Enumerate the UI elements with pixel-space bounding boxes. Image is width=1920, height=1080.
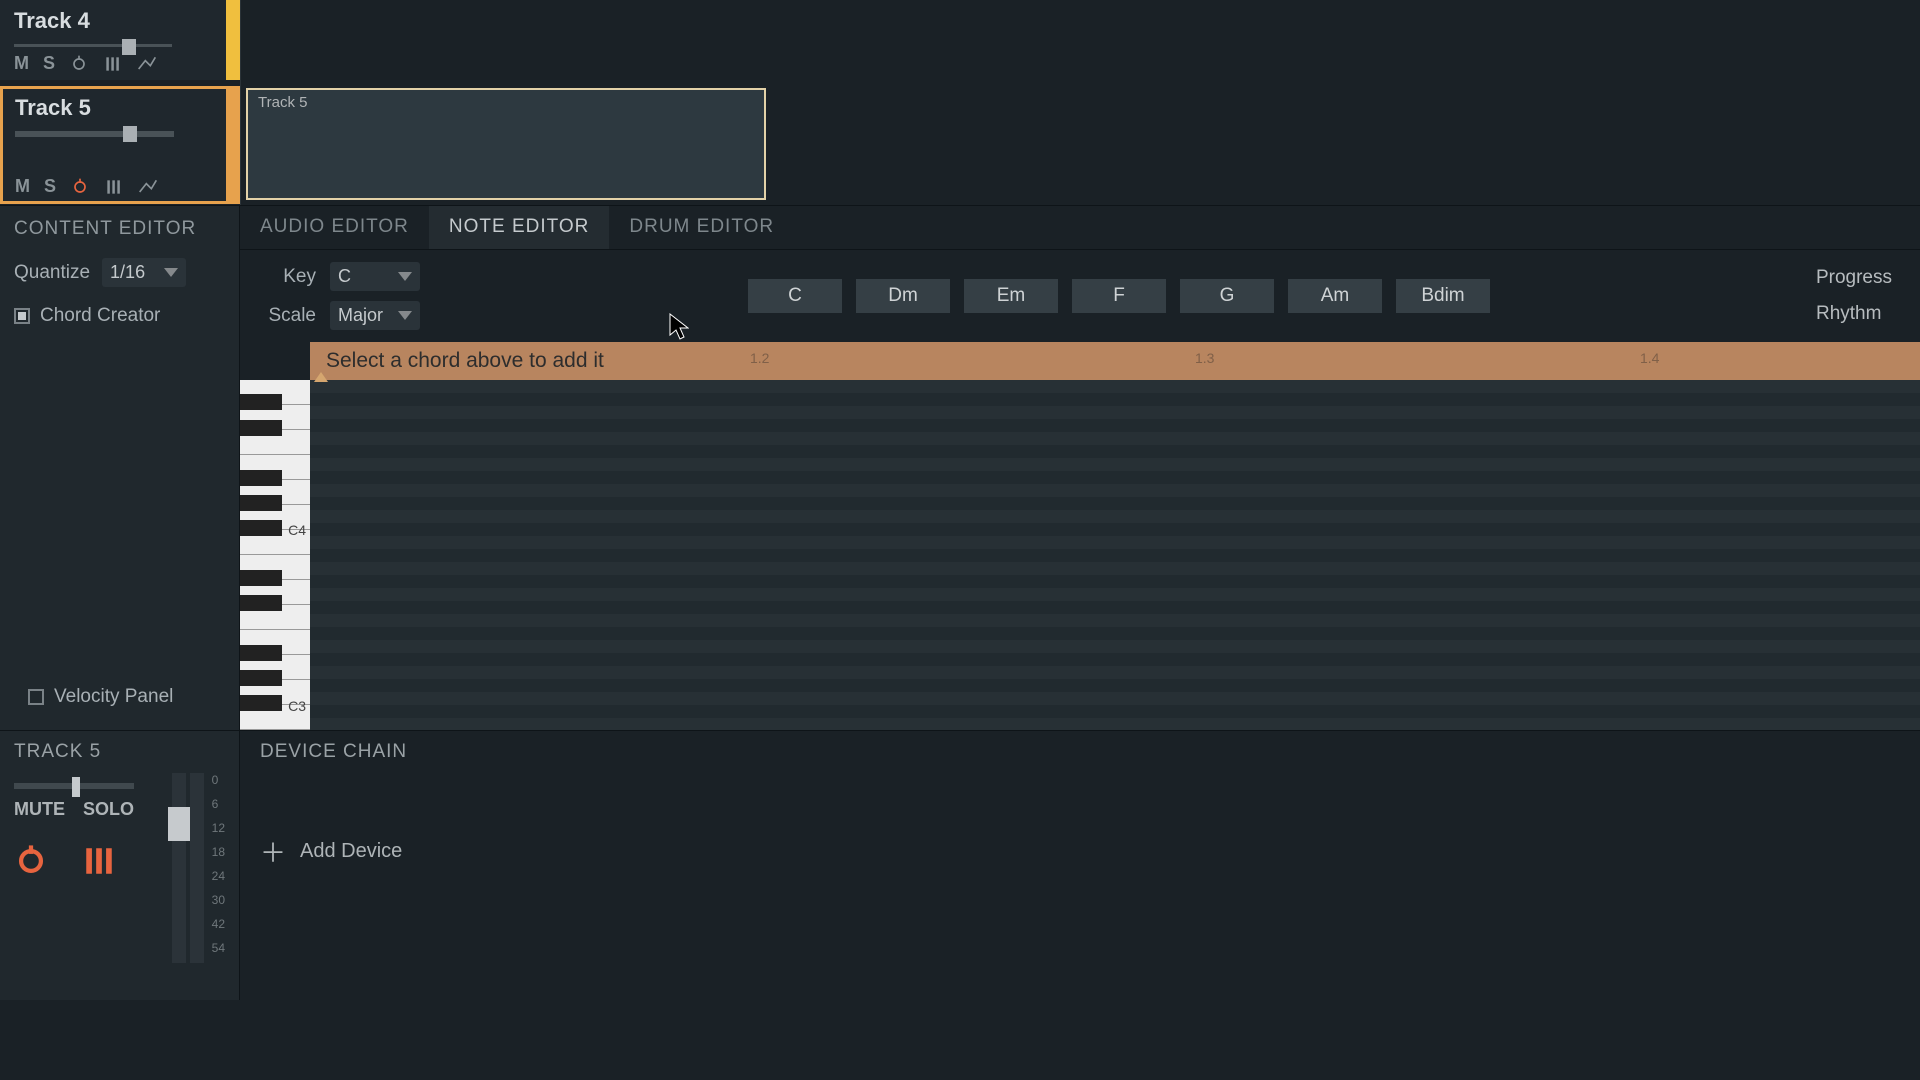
automation-icon[interactable] (138, 177, 158, 197)
key-dropdown[interactable]: C (330, 262, 420, 291)
pan-slider[interactable] (14, 783, 134, 789)
note-grid[interactable] (310, 380, 1920, 730)
midi-icon[interactable] (82, 844, 116, 878)
track-color-bar-4 (226, 0, 240, 80)
key-value: C (338, 266, 351, 287)
track-header-5[interactable]: Track 5 M S (0, 86, 226, 204)
track-header-4[interactable]: Track 4 M S (0, 0, 226, 80)
track-color-bar-5 (226, 86, 240, 204)
device-chain-title: DEVICE CHAIN (260, 741, 1900, 763)
mute-button[interactable]: M (15, 176, 30, 197)
chord-button[interactable]: F (1072, 279, 1166, 313)
mute-button-large[interactable]: MUTE (14, 799, 65, 820)
key-label: Key (268, 266, 316, 288)
solo-button[interactable]: S (43, 53, 55, 74)
chord-hint: Select a chord above to add it (326, 349, 604, 373)
track-name: Track 4 (14, 8, 212, 34)
tracks-area: Track 4 M S Track 5 M S (0, 0, 1920, 205)
velocity-panel-toggle[interactable]: Velocity Panel (14, 676, 225, 718)
content-editor-title: CONTENT EDITOR (14, 218, 225, 240)
track-headers: Track 4 M S Track 5 M S (0, 0, 240, 205)
tab-drum-editor[interactable]: DRUM EDITOR (609, 206, 794, 249)
midi-clip[interactable]: Track 5 (246, 88, 766, 200)
chord-button[interactable]: Am (1288, 279, 1382, 313)
right-option-labels: Progress Rhythm (1816, 267, 1892, 325)
quantize-value: 1/16 (110, 262, 145, 283)
progress-label[interactable]: Progress (1816, 267, 1892, 289)
octave-label-c4: C4 (288, 522, 306, 538)
track-volume-slider-5[interactable] (15, 131, 174, 137)
track-panel-title: TRACK 5 (14, 741, 225, 763)
solo-button[interactable]: S (44, 176, 56, 197)
midi-icon[interactable] (103, 54, 123, 74)
tab-note-editor[interactable]: NOTE EDITOR (429, 206, 610, 249)
chevron-down-icon (398, 311, 412, 320)
record-arm-icon[interactable] (69, 54, 89, 74)
chord-creator-label: Chord Creator (40, 305, 160, 327)
scale-label: Scale (268, 305, 316, 327)
track-mixer-panel: TRACK 5 MUTE SOLO 0 6 12 (0, 731, 240, 1000)
editor-main: AUDIO EDITOR NOTE EDITOR DRUM EDITOR Key… (240, 206, 1920, 730)
record-arm-icon[interactable] (70, 177, 90, 197)
piano-keyboard[interactable]: C4 C3 (240, 380, 310, 730)
chevron-down-icon (164, 268, 178, 277)
automation-icon[interactable] (137, 54, 157, 74)
scale-value: Major (338, 305, 383, 326)
checkbox-icon (14, 308, 30, 324)
piano-roll: C4 C3 (240, 380, 1920, 730)
chord-button[interactable]: C (748, 279, 842, 313)
record-arm-icon[interactable] (14, 844, 48, 878)
tab-audio-editor[interactable]: AUDIO EDITOR (240, 206, 429, 249)
timeline-tick: 1.3 (1195, 350, 1214, 366)
plus-icon: ＋ (260, 833, 286, 870)
velocity-panel-label: Velocity Panel (54, 686, 173, 708)
key-scale-chord-row: Key C Scale Major C Dm Em (240, 250, 1920, 342)
editor-tabs: AUDIO EDITOR NOTE EDITOR DRUM EDITOR (240, 206, 1920, 250)
playhead-icon (314, 372, 328, 382)
checkbox-icon (28, 689, 44, 705)
editor-section: CONTENT EDITOR Quantize 1/16 Chord Creat… (0, 205, 1920, 730)
add-device-button[interactable]: ＋ Add Device (260, 833, 1900, 870)
chord-creator-toggle[interactable]: Chord Creator (14, 305, 225, 327)
midi-icon[interactable] (104, 177, 124, 197)
chord-button[interactable]: Dm (856, 279, 950, 313)
track-name: Track 5 (15, 95, 214, 121)
device-chain-panel: DEVICE CHAIN ＋ Add Device (240, 731, 1920, 1000)
timeline-area[interactable]: Track 5 (240, 0, 1920, 205)
bottom-panel: TRACK 5 MUTE SOLO 0 6 12 (0, 730, 1920, 1000)
add-device-label: Add Device (300, 840, 402, 863)
level-meter[interactable]: 0 6 12 18 24 30 42 54 (172, 773, 225, 963)
chord-button[interactable]: Em (964, 279, 1058, 313)
meter-scale: 0 6 12 18 24 30 42 54 (212, 773, 225, 955)
scale-dropdown[interactable]: Major (330, 301, 420, 330)
chord-button[interactable]: G (1180, 279, 1274, 313)
mute-button[interactable]: M (14, 53, 29, 74)
fader-handle[interactable] (168, 807, 190, 841)
chord-buttons: C Dm Em F G Am Bdim (748, 279, 1490, 313)
solo-button-large[interactable]: SOLO (83, 799, 134, 820)
timeline-tick: 1.4 (1640, 350, 1659, 366)
octave-label-c3: C3 (288, 698, 306, 714)
rhythm-label[interactable]: Rhythm (1816, 303, 1892, 325)
chevron-down-icon (398, 272, 412, 281)
chord-track-banner[interactable]: Select a chord above to add it 1.2 1.3 1… (310, 342, 1920, 380)
chord-button[interactable]: Bdim (1396, 279, 1490, 313)
content-editor-panel: CONTENT EDITOR Quantize 1/16 Chord Creat… (0, 206, 240, 730)
quantize-label: Quantize (14, 262, 90, 284)
quantize-dropdown[interactable]: 1/16 (102, 258, 186, 287)
track-volume-slider-4[interactable] (14, 44, 172, 47)
timeline-tick: 1.2 (750, 350, 769, 366)
clip-label: Track 5 (258, 94, 307, 111)
